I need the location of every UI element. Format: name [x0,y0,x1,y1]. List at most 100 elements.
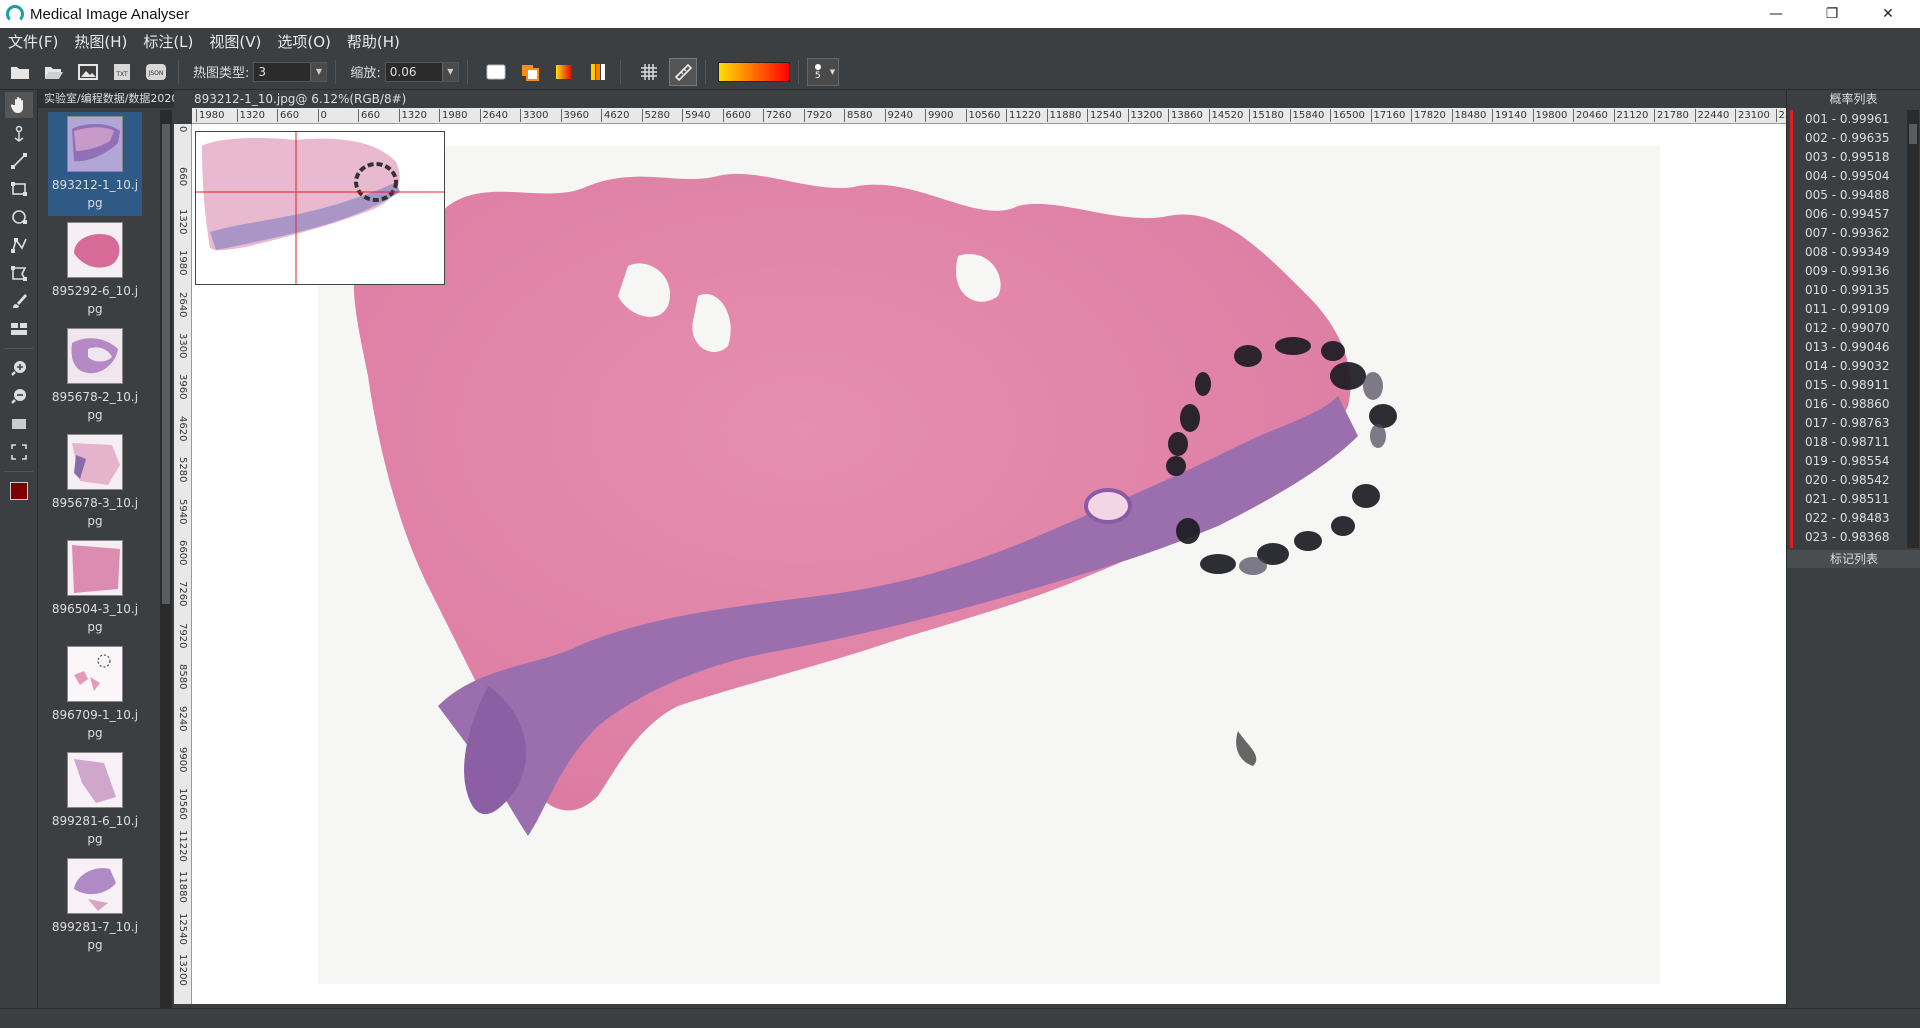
full-extent-button[interactable] [5,439,33,465]
brush-tool[interactable] [5,288,33,314]
menu-help[interactable]: 帮助(H) [339,31,408,52]
ruler-v-label: 7920 [177,622,188,649]
heatmap-color-button[interactable] [550,58,578,86]
ruler-v-label: 660 [177,167,188,187]
thumbnail-name: 895292-6_10.jpg [51,284,139,316]
thumbnail-scrollbar[interactable] [160,110,172,1008]
zoom-in-icon [11,361,26,376]
menu-view[interactable]: 视图(V) [201,31,269,52]
probability-item[interactable]: 005 - 0.99488 [1793,186,1904,205]
open-image-button[interactable] [74,58,102,86]
pan-tool[interactable] [5,92,33,118]
thumbnail-item[interactable]: 899281-6_10.jpg [48,748,142,852]
line-tool[interactable] [5,148,33,174]
thumbnail-item[interactable]: 895678-3_10.jpg [48,430,142,534]
open-folder-button[interactable] [6,58,34,86]
ellipse-tool[interactable] [5,204,33,230]
overlay-button[interactable] [516,58,544,86]
scrollbar-handle[interactable] [1909,124,1917,144]
probability-item[interactable]: 014 - 0.99032 [1793,357,1904,376]
export-txt-button[interactable]: TXT [108,58,136,86]
annotation-color-button[interactable] [5,478,33,504]
ruler-button[interactable] [668,57,697,86]
probability-item[interactable]: 006 - 0.99457 [1793,205,1904,224]
thumbnail-image [67,540,123,596]
ruler-h-label: 6600 [722,109,751,122]
probability-item[interactable]: 021 - 0.98511 [1793,490,1904,509]
maximize-button[interactable]: ❐ [1804,0,1860,28]
folder-icon [11,66,29,79]
thumbnail-item[interactable]: 896504-3_10.jpg [48,536,142,640]
menu-heatmap[interactable]: 热图(H) [66,31,135,52]
rectangle-tool[interactable] [5,176,33,202]
polygon-tool[interactable] [5,260,33,286]
folder-open-icon [45,66,63,79]
probability-item[interactable]: 012 - 0.99070 [1793,319,1904,338]
compare-tool[interactable] [5,316,33,342]
close-button[interactable]: ✕ [1860,0,1916,28]
thumbnail-item[interactable]: 895678-2_10.jpg [48,324,142,428]
probability-item[interactable]: 007 - 0.99362 [1793,224,1904,243]
ruler-h-label: 7260 [763,109,791,122]
thumbnail-item[interactable]: 893212-1_10.jpg [48,112,142,216]
probability-item[interactable]: 015 - 0.98911 [1793,376,1904,395]
probability-item[interactable]: 016 - 0.98860 [1793,395,1904,414]
brush-size-select[interactable]: 5 ▼ [806,57,839,86]
ruler-v-label: 4620 [177,415,188,442]
polyline-tool[interactable] [5,232,33,258]
probability-scrollbar[interactable] [1907,110,1919,548]
probability-item[interactable]: 009 - 0.99136 [1793,262,1904,281]
colorbar-button[interactable] [584,58,612,86]
color-gradient-bar[interactable] [717,61,790,82]
probability-item[interactable]: 004 - 0.99504 [1793,167,1904,186]
grid-button[interactable] [635,58,663,86]
probability-item[interactable]: 011 - 0.99109 [1793,300,1904,319]
probability-item[interactable]: 001 - 0.99961 [1793,110,1904,129]
fit-window-button[interactable] [5,411,33,437]
probability-item[interactable]: 019 - 0.98554 [1793,452,1904,471]
zoom-out-button[interactable] [5,383,33,409]
white-background-button[interactable] [482,58,510,86]
thumbnail-item[interactable]: 896709-1_10.jpg [48,642,142,746]
probability-item[interactable]: 008 - 0.99349 [1793,243,1904,262]
thumbnail-image [67,434,123,490]
menu-annotate[interactable]: 标注(L) [135,31,201,52]
heatmap-type-select[interactable]: 3 ▼ [253,61,328,82]
chevron-down-icon: ▼ [441,62,458,81]
scrollbar-handle[interactable] [162,124,170,604]
export-json-button[interactable]: JSON [142,58,170,86]
minimize-button[interactable]: — [1748,0,1804,28]
probability-item[interactable]: 002 - 0.99635 [1793,129,1904,148]
marks-list-header: 标记列表 [1787,550,1920,568]
probability-item[interactable]: 017 - 0.98763 [1793,414,1904,433]
probability-item[interactable]: 022 - 0.98483 [1793,509,1904,528]
probability-item[interactable]: 010 - 0.99135 [1793,281,1904,300]
minimap[interactable] [195,131,445,285]
ellipse-icon [12,210,27,224]
ruler-h-label: 23 [1775,109,1786,122]
zoom-select[interactable]: 0.06 ▼ [384,61,459,82]
menu-options[interactable]: 选项(O) [269,31,339,52]
ruler-h-label: 15180 [1249,109,1284,122]
probability-item[interactable]: 003 - 0.99518 [1793,148,1904,167]
zoom-in-button[interactable] [5,355,33,381]
ruler-v-label: 3300 [177,333,188,359]
thumbnail-item[interactable]: 895292-6_10.jpg [48,218,142,322]
probability-item[interactable]: 023 - 0.98368 [1793,528,1904,547]
polyline-icon [11,238,27,253]
ruler-v-label: 11220 [177,829,188,862]
folder-path: 实验室/编程数据/数据2020 [38,90,174,108]
thumbnail-item[interactable]: 899281-7_10.jpg [48,854,142,958]
probability-item[interactable]: 018 - 0.98711 [1793,433,1904,452]
menu-file[interactable]: 文件(F) [0,31,66,52]
open-file-button[interactable] [40,58,68,86]
minimap-thumbnail [196,132,444,284]
probability-item[interactable]: 013 - 0.99046 [1793,338,1904,357]
image-canvas[interactable] [192,124,1786,1004]
point-tool[interactable] [5,120,33,146]
probability-item[interactable]: 020 - 0.98542 [1793,471,1904,490]
slide-thumbnail [72,545,120,593]
title-bar: Medical Image Analyser — ❐ ✕ [0,0,1920,28]
image-tab[interactable]: 893212-1_10.jpg@ 6.12%(RGB/8#) [174,90,1786,108]
tool-separator [4,348,33,349]
